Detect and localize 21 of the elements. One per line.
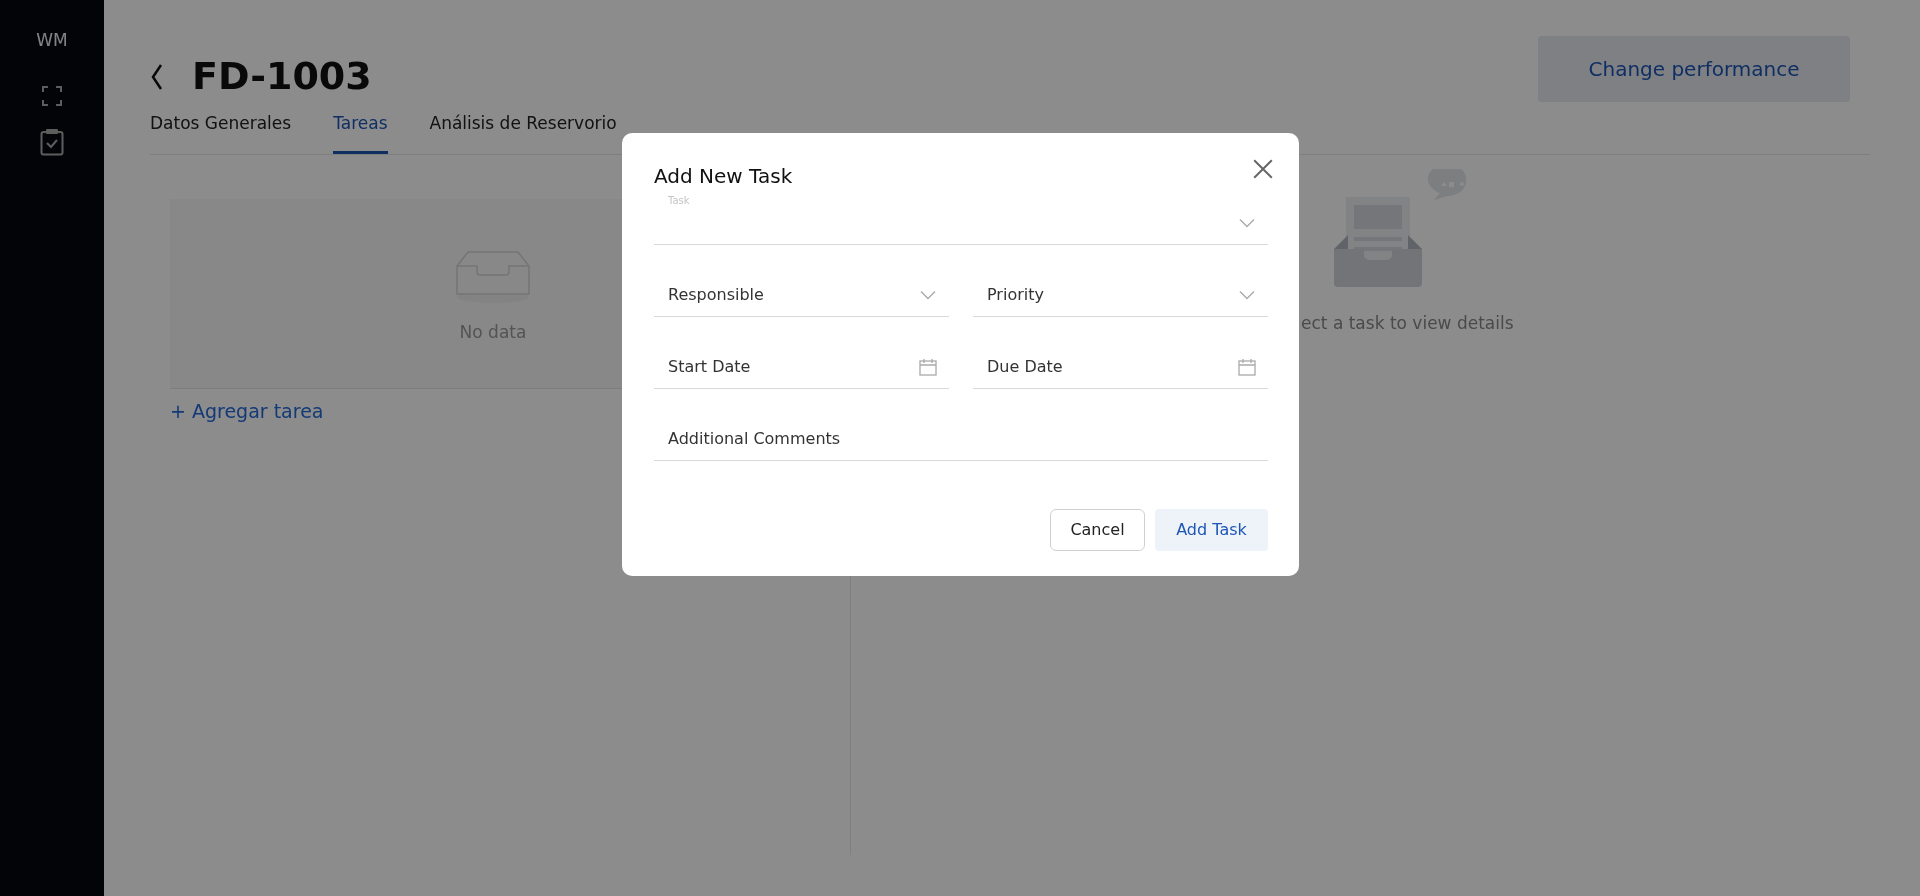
chevron-down-icon[interactable] <box>1238 217 1256 229</box>
calendar-icon[interactable] <box>1238 358 1256 376</box>
page-title: FD-1003 <box>192 53 372 100</box>
add-task-link[interactable]: + Agregar tarea <box>170 396 324 425</box>
back-icon[interactable] <box>150 62 164 91</box>
tab[interactable]: Tareas <box>333 111 388 154</box>
chevron-down-icon[interactable] <box>919 289 937 301</box>
tab[interactable]: Análisis de Reservorio <box>429 111 617 154</box>
clipboard-check-icon[interactable] <box>40 127 64 156</box>
close-icon[interactable] <box>1252 158 1274 180</box>
field-label: Task <box>668 194 690 208</box>
add-task-button[interactable]: Add Task <box>1155 509 1268 551</box>
cancel-button[interactable]: Cancel <box>1050 509 1145 551</box>
logo-text: WM <box>36 29 68 52</box>
tab[interactable]: Datos Generales <box>150 111 292 154</box>
change-performance-button[interactable]: Change performance <box>1538 36 1850 102</box>
dialog-title: Add New Task <box>654 163 793 190</box>
chevron-down-icon[interactable] <box>1238 289 1256 301</box>
fullscreen-icon[interactable] <box>42 85 62 106</box>
calendar-icon[interactable] <box>919 358 937 376</box>
details-placeholder-text: ect a task to view details <box>1301 311 1514 335</box>
